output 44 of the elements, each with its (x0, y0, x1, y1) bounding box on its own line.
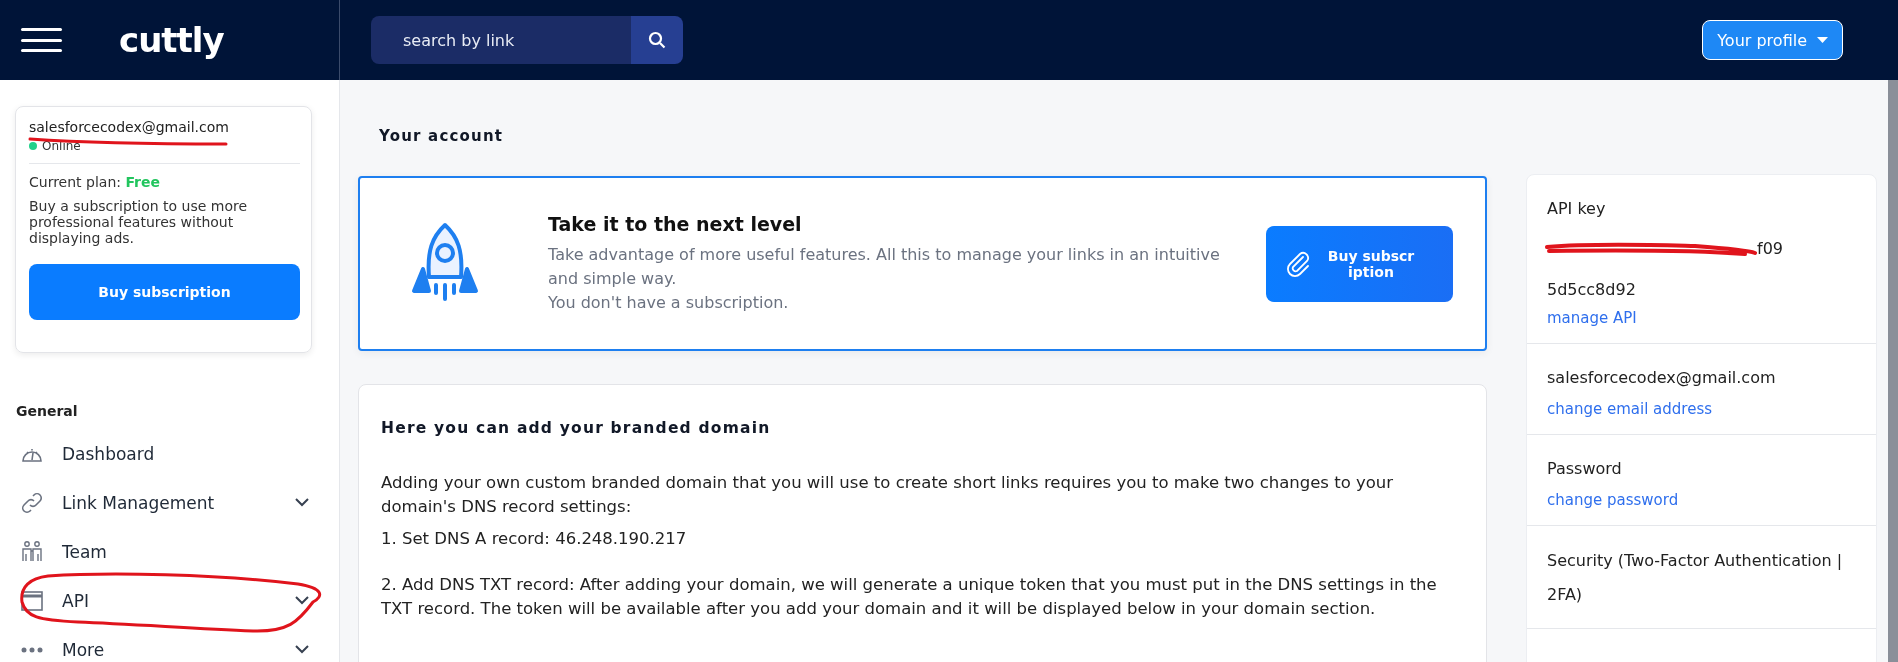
logo[interactable]: cuttly (119, 20, 224, 60)
plan-description: Buy a subscription to use more professional features without displaying ads. (29, 198, 249, 246)
buy-subscription-button[interactable]: Buy subscription (29, 264, 300, 320)
nav-item[interactable]: More (0, 625, 339, 662)
chevron-down-icon[interactable] (295, 596, 309, 605)
api-key-text: f09 (1757, 239, 1783, 258)
change-link[interactable]: change password (1547, 491, 1679, 509)
promo-title: Take it to the next level (548, 212, 803, 235)
search-icon (648, 31, 666, 49)
instruction-text: 2. Add DNS TXT record: After adding your domain, we will generate a unique token that you must put in the DNS settings in the TXT record. The token will be available after you add your domain and it will be displayed below in your domain section. (381, 574, 1438, 620)
field-value: salesforcecodex@gmail.com (1547, 367, 1777, 389)
nav-item[interactable]: Dashboard (0, 429, 339, 478)
profile-button[interactable]: Your profile (1702, 20, 1843, 60)
paperclip-icon (1286, 250, 1312, 277)
dots-icon (20, 645, 44, 654)
page-title: Your account (379, 126, 505, 147)
promo-text: You don't have a subscription. (548, 291, 790, 314)
change-link[interactable]: change email address (1547, 400, 1713, 418)
api-key-text: 5d5cc8d92 (1547, 280, 1637, 299)
nav-item[interactable]: Link Management (0, 478, 339, 527)
buy-subscription-button[interactable]: Buy subscription (1266, 225, 1453, 302)
field-label: Password (1547, 458, 1623, 480)
promo-text: Take advantage of more useful features. All this to manage your links in an intuitive and simple way. (548, 243, 1221, 290)
nav-item[interactable]: Team (0, 527, 339, 576)
field-label: API key (1547, 198, 1607, 220)
section-title: General (16, 403, 79, 419)
instruction-text: 1. Set DNS A record: 46.248.190.217 (381, 528, 688, 550)
plan-text: Current plan: Free (29, 174, 161, 190)
chevron-down-icon[interactable] (295, 645, 309, 654)
field-label: Security (Two-Factor Authentication | 2FA) (1547, 550, 1844, 606)
status-label: Online (42, 139, 81, 153)
account-email: salesforcecodex@gmail.com (29, 119, 230, 135)
search-field[interactable]: search by link (371, 16, 631, 64)
link-icon (20, 490, 44, 515)
nav-item[interactable]: API (0, 576, 339, 625)
window-icon (20, 589, 44, 612)
manage-api-link[interactable]: manage API (1547, 309, 1637, 327)
card-title: Here you can add your branded domain (381, 419, 772, 437)
menu-icon[interactable] (21, 28, 62, 52)
team-icon (20, 539, 44, 564)
caret-icon (1817, 37, 1828, 43)
chevron-down-icon[interactable] (295, 498, 309, 507)
search-button[interactable] (631, 16, 683, 64)
instruction-text: Adding your own custom branded domain that you will use to create short links requires you to make two changes to your domain's DNS record settings: (381, 472, 1395, 518)
